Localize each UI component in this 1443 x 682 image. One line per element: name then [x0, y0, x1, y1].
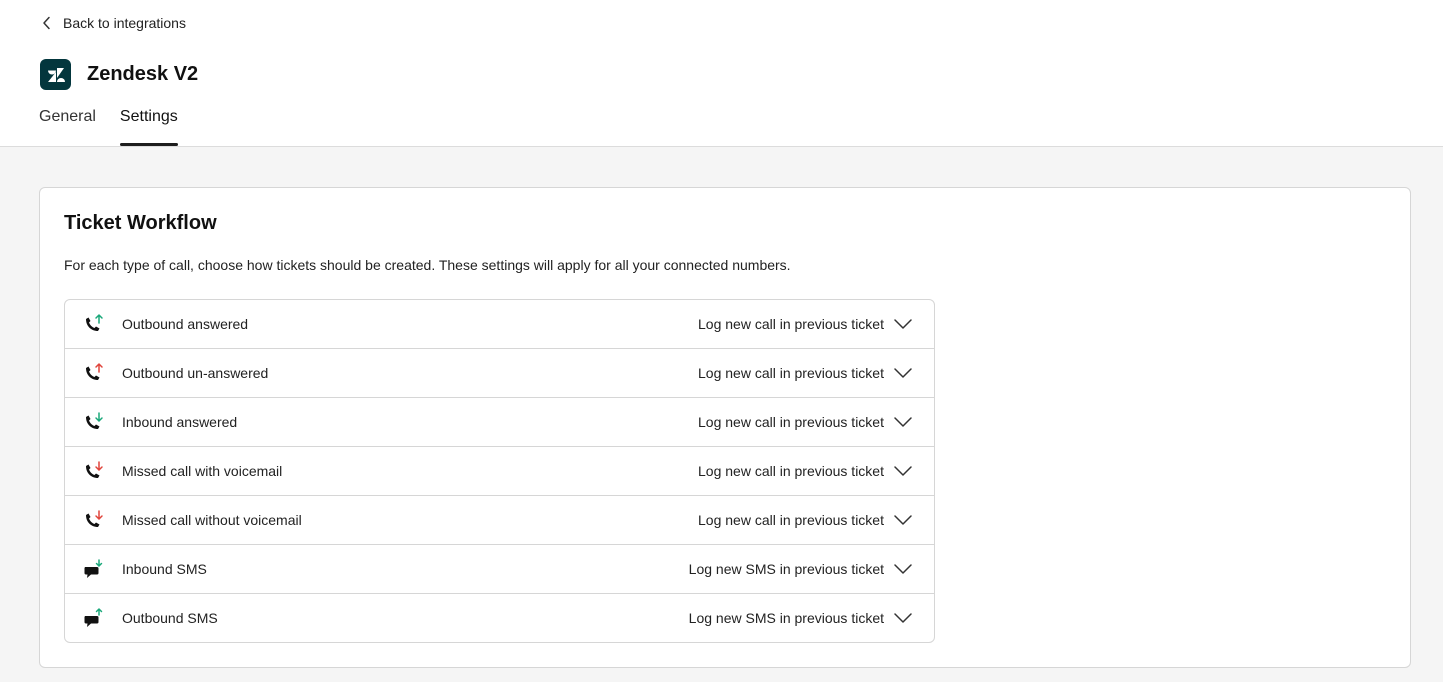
- page-title: Zendesk V2: [87, 63, 199, 85]
- ticket-option-dropdown[interactable]: Log new call in previous ticket: [698, 300, 914, 348]
- zendesk-logo-icon: [40, 59, 71, 90]
- workflow-row-missed-no-voicemail: Missed call without voicemail Log new ca…: [65, 496, 934, 545]
- chevron-down-icon: [894, 367, 914, 379]
- phone-outbound-unanswered-icon: [82, 362, 104, 384]
- phone-outbound-answered-icon: [82, 313, 104, 335]
- tab-settings[interactable]: Settings: [119, 108, 178, 146]
- app-title-row: Zendesk V2: [40, 59, 198, 90]
- page-header: Back to integrations Zendesk V2 General …: [0, 0, 1443, 147]
- dropdown-value: Log new call in previous ticket: [698, 414, 884, 430]
- section-description: For each type of call, choose how ticket…: [64, 257, 791, 273]
- workflow-row-outbound-answered: Outbound answered Log new call in previo…: [65, 300, 934, 349]
- tab-bar: General Settings: [39, 108, 202, 146]
- ticket-option-dropdown[interactable]: Log new call in previous ticket: [698, 447, 914, 495]
- row-label: Outbound un-answered: [122, 365, 269, 381]
- dropdown-value: Log new call in previous ticket: [698, 316, 884, 332]
- sms-outbound-icon: [82, 607, 104, 629]
- workflow-row-missed-voicemail: Missed call with voicemail Log new call …: [65, 447, 934, 496]
- back-link-label: Back to integrations: [63, 15, 186, 31]
- workflow-row-outbound-unanswered: Outbound un-answered Log new call in pre…: [65, 349, 934, 398]
- sms-inbound-icon: [82, 558, 104, 580]
- phone-missed-no-voicemail-icon: [82, 509, 104, 531]
- ticket-option-dropdown[interactable]: Log new SMS in previous ticket: [689, 594, 914, 642]
- tab-general[interactable]: General: [39, 108, 96, 146]
- ticket-option-dropdown[interactable]: Log new call in previous ticket: [698, 496, 914, 544]
- chevron-down-icon: [894, 318, 914, 330]
- ticket-option-dropdown[interactable]: Log new call in previous ticket: [698, 398, 914, 446]
- chevron-down-icon: [894, 416, 914, 428]
- row-label: Inbound answered: [122, 414, 238, 430]
- row-label: Inbound SMS: [122, 561, 207, 577]
- phone-missed-voicemail-icon: [82, 460, 104, 482]
- phone-inbound-answered-icon: [82, 411, 104, 433]
- row-label: Missed call without voicemail: [122, 512, 302, 528]
- row-label: Outbound SMS: [122, 610, 218, 626]
- workflow-list: Outbound answered Log new call in previo…: [64, 299, 935, 643]
- workflow-row-inbound-sms: Inbound SMS Log new SMS in previous tick…: [65, 545, 934, 594]
- dropdown-value: Log new SMS in previous ticket: [688, 561, 884, 577]
- section-title: Ticket Workflow: [64, 212, 217, 234]
- chevron-down-icon: [894, 465, 914, 477]
- ticket-option-dropdown[interactable]: Log new call in previous ticket: [698, 349, 914, 397]
- row-label: Outbound answered: [122, 316, 249, 332]
- back-link[interactable]: Back to integrations: [39, 13, 186, 33]
- workflow-row-outbound-sms: Outbound SMS Log new SMS in previous tic…: [65, 594, 934, 642]
- dropdown-value: Log new call in previous ticket: [698, 365, 884, 381]
- dropdown-value: Log new call in previous ticket: [698, 463, 884, 479]
- workflow-row-inbound-answered: Inbound answered Log new call in previou…: [65, 398, 934, 447]
- ticket-workflow-card: Ticket Workflow For each type of call, c…: [39, 187, 1411, 668]
- dropdown-value: Log new call in previous ticket: [698, 512, 884, 528]
- row-label: Missed call with voicemail: [122, 463, 283, 479]
- chevron-down-icon: [894, 563, 914, 575]
- chevron-left-icon: [39, 15, 55, 31]
- chevron-down-icon: [894, 514, 914, 526]
- dropdown-value: Log new SMS in previous ticket: [688, 610, 884, 626]
- ticket-option-dropdown[interactable]: Log new SMS in previous ticket: [689, 545, 914, 593]
- chevron-down-icon: [894, 612, 914, 624]
